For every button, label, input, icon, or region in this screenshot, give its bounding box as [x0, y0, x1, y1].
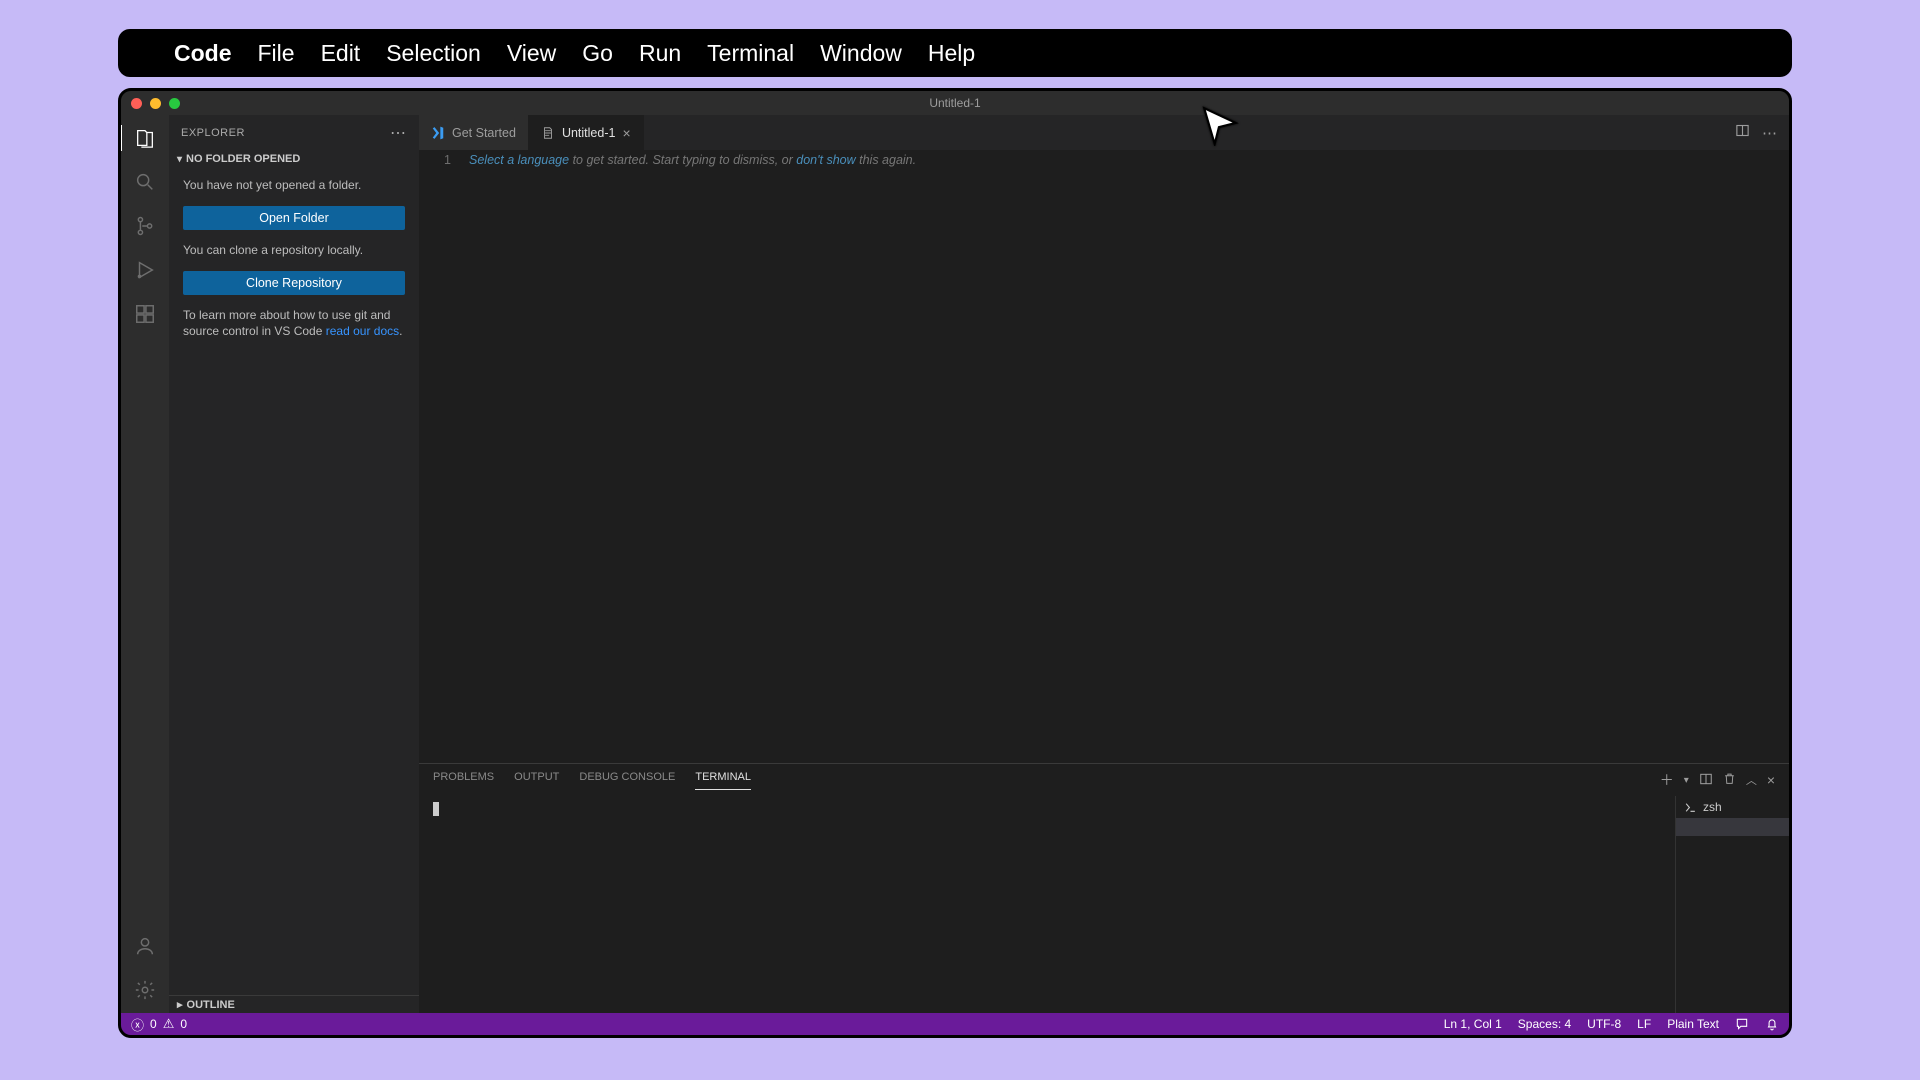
status-language[interactable]: Plain Text [1667, 1017, 1719, 1031]
terminal-selection [1676, 818, 1789, 836]
menu-view[interactable]: View [507, 40, 556, 67]
macos-menubar: Code File Edit Selection View Go Run Ter… [118, 29, 1792, 77]
source-control-icon[interactable] [132, 213, 158, 239]
tab-label: Untitled-1 [562, 126, 616, 140]
menu-app[interactable]: Code [174, 40, 232, 67]
menu-run[interactable]: Run [639, 40, 681, 67]
maximize-panel-icon[interactable]: ︿ [1746, 772, 1757, 788]
terminal-entry-zsh[interactable]: zsh [1684, 800, 1781, 814]
hint-mid: to get started. Start typing to dismiss,… [569, 153, 796, 167]
explorer-icon[interactable] [120, 125, 168, 151]
split-editor-icon[interactable] [1735, 123, 1750, 142]
menu-window[interactable]: Window [820, 40, 902, 67]
chevron-right-icon: ▸ [177, 998, 183, 1011]
warning-icon: ⚠ [163, 1016, 175, 1032]
status-bar: ⓧ 0 ⚠ 0 Ln 1, Col 1 Spaces: 4 UTF-8 LF P… [121, 1013, 1789, 1035]
activity-bar [121, 115, 169, 1013]
status-eol[interactable]: LF [1637, 1017, 1651, 1031]
docs-link[interactable]: read our docs [326, 324, 399, 338]
explorer-sidebar: EXPLORER ⋯ ▾ NO FOLDER OPENED You have n… [169, 115, 419, 1013]
search-icon[interactable] [132, 169, 158, 195]
terminal-shell-label: zsh [1703, 800, 1722, 814]
open-folder-button[interactable]: Open Folder [183, 206, 405, 230]
minimize-icon[interactable] [150, 98, 161, 109]
explorer-more-icon[interactable]: ⋯ [390, 123, 407, 143]
bell-icon[interactable] [1765, 1017, 1779, 1031]
split-terminal-icon[interactable] [1699, 772, 1713, 789]
error-icon: ⓧ [131, 1015, 144, 1034]
menu-terminal[interactable]: Terminal [707, 40, 794, 67]
outline-section[interactable]: ▸ OUTLINE [169, 995, 419, 1013]
kill-terminal-icon[interactable] [1723, 772, 1736, 788]
no-folder-section[interactable]: ▾ NO FOLDER OPENED [169, 151, 419, 167]
titlebar: Untitled-1 [121, 91, 1789, 115]
terminal-list: zsh [1675, 796, 1789, 1013]
tab-label: Get Started [452, 126, 516, 140]
editor-area[interactable]: 1 Select a language to get started. Star… [419, 150, 1789, 763]
warning-count: 0 [180, 1017, 187, 1031]
extensions-icon[interactable] [132, 301, 158, 327]
outline-label: OUTLINE [187, 999, 235, 1011]
vscode-window: Untitled-1 [118, 88, 1792, 1038]
status-encoding[interactable]: UTF-8 [1587, 1017, 1621, 1031]
error-count: 0 [150, 1017, 157, 1031]
editor-group: Get Started Untitled-1 × ⋯ 1 Select a la… [419, 115, 1789, 1013]
close-panel-icon[interactable]: × [1767, 772, 1775, 788]
panel-tab-debug[interactable]: DEBUG CONSOLE [579, 771, 675, 789]
line-number: 1 [419, 153, 469, 763]
close-tab-icon[interactable]: × [622, 125, 630, 141]
gear-icon[interactable] [132, 977, 158, 1003]
panel-tab-terminal[interactable]: TERMINAL [695, 771, 751, 790]
window-title: Untitled-1 [929, 96, 980, 110]
editor-hint-line: Select a language to get started. Start … [469, 153, 916, 763]
tab-untitled[interactable]: Untitled-1 × [529, 115, 644, 150]
clone-repo-button[interactable]: Clone Repository [183, 271, 405, 295]
account-icon[interactable] [132, 933, 158, 959]
feedback-icon[interactable] [1735, 1017, 1749, 1031]
window-controls [121, 98, 180, 109]
file-icon [541, 126, 555, 140]
vscode-icon [431, 126, 445, 140]
status-spaces[interactable]: Spaces: 4 [1518, 1017, 1571, 1031]
docs-text: To learn more about how to use git and s… [183, 307, 405, 341]
no-folder-label: NO FOLDER OPENED [186, 153, 300, 165]
dont-show-link[interactable]: don't show [796, 153, 855, 167]
no-folder-text: You have not yet opened a folder. [183, 177, 405, 194]
hint-end: this again. [856, 153, 916, 167]
select-language-link[interactable]: Select a language [469, 153, 569, 167]
menu-selection[interactable]: Selection [386, 40, 481, 67]
menu-edit[interactable]: Edit [321, 40, 361, 67]
panel-tab-problems[interactable]: PROBLEMS [433, 771, 494, 789]
menu-file[interactable]: File [258, 40, 295, 67]
explorer-title: EXPLORER [181, 127, 245, 139]
bottom-panel: PROBLEMS OUTPUT DEBUG CONSOLE TERMINAL ＋… [419, 763, 1789, 1013]
editor-tabs: Get Started Untitled-1 × ⋯ [419, 115, 1789, 150]
terminal-dropdown-icon[interactable]: ▾ [1684, 775, 1689, 786]
run-debug-icon[interactable] [132, 257, 158, 283]
tab-more-icon[interactable]: ⋯ [1762, 124, 1777, 142]
status-problems[interactable]: ⓧ 0 ⚠ 0 [131, 1015, 187, 1034]
maximize-icon[interactable] [169, 98, 180, 109]
terminal-cursor [433, 802, 439, 816]
menu-help[interactable]: Help [928, 40, 975, 67]
chevron-down-icon: ▾ [177, 154, 182, 165]
panel-tab-output[interactable]: OUTPUT [514, 771, 559, 789]
tab-get-started[interactable]: Get Started [419, 115, 529, 150]
terminal-area[interactable] [419, 796, 1675, 1013]
status-cursor-pos[interactable]: Ln 1, Col 1 [1444, 1017, 1502, 1031]
close-icon[interactable] [131, 98, 142, 109]
docs-text-b: . [399, 324, 402, 338]
menu-go[interactable]: Go [582, 40, 613, 67]
terminal-icon [1684, 801, 1697, 814]
clone-text: You can clone a repository locally. [183, 242, 405, 259]
new-terminal-icon[interactable]: ＋ [1660, 770, 1674, 790]
